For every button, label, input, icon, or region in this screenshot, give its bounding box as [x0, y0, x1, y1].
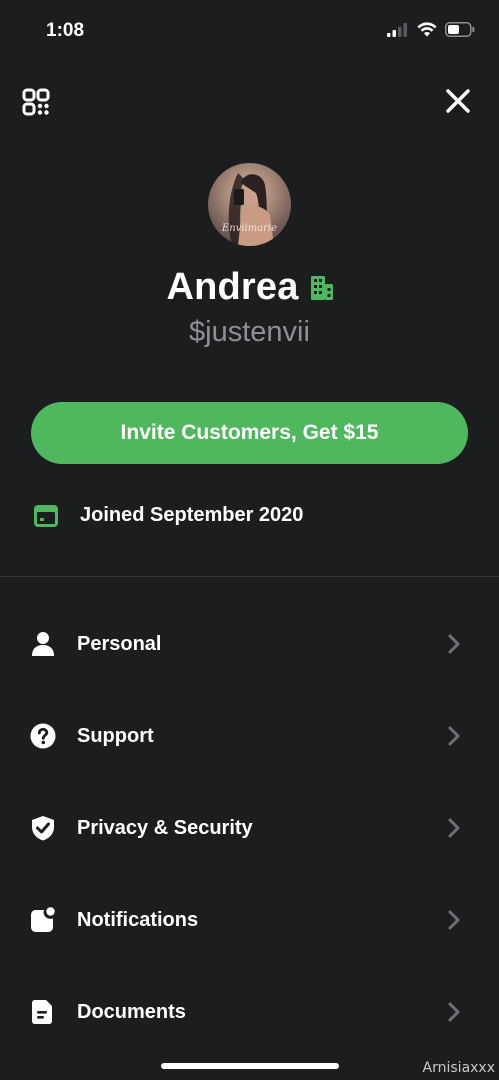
- building-icon: [310, 275, 333, 300]
- avatar[interactable]: Enviimarie: [208, 163, 291, 246]
- menu-item-support[interactable]: Support: [0, 690, 499, 782]
- avatar-signature-text: Enviimarie: [221, 223, 278, 234]
- chevron-right-icon: [448, 818, 460, 838]
- invite-customers-button[interactable]: Invite Customers, Get $15: [31, 402, 468, 464]
- menu-item-label: Notifications: [77, 908, 199, 931]
- menu-item-label: Support: [77, 724, 154, 747]
- chevron-right-icon: [448, 634, 460, 654]
- battery-icon: [445, 22, 475, 37]
- chevron-right-icon: [448, 726, 460, 746]
- profile-name-row: Andrea: [0, 266, 499, 309]
- settings-menu: Personal Support Privacy & Security Noti: [0, 598, 499, 1058]
- top-bar: [0, 80, 499, 124]
- menu-item-label: Personal: [77, 632, 162, 655]
- avatar-signature: Enviimarie: [208, 223, 291, 234]
- cellular-signal-icon: [387, 22, 407, 37]
- joined-row: Joined September 2020: [34, 504, 303, 527]
- card-icon: [34, 504, 58, 527]
- watermark: Arnisiaxxx: [422, 1060, 495, 1076]
- chevron-right-icon: [448, 1002, 460, 1022]
- status-bar: 1:08: [0, 0, 499, 62]
- chevron-right-icon: [448, 910, 460, 930]
- close-icon[interactable]: [445, 88, 471, 114]
- menu-item-documents[interactable]: Documents: [0, 966, 499, 1058]
- status-icons: [387, 22, 475, 37]
- menu-item-label: Documents: [77, 1000, 186, 1023]
- home-indicator[interactable]: [161, 1063, 339, 1069]
- cashtag: $justenvii: [189, 316, 310, 348]
- notification-icon: [31, 907, 55, 932]
- menu-item-personal[interactable]: Personal: [0, 598, 499, 690]
- shield-check-icon: [32, 816, 54, 841]
- qr-code-icon[interactable]: [22, 88, 50, 116]
- joined-text: Joined September 2020: [80, 504, 304, 526]
- menu-item-privacy-security[interactable]: Privacy & Security: [0, 782, 499, 874]
- menu-item-label: Privacy & Security: [77, 816, 253, 839]
- profile-name: Andrea: [166, 266, 299, 308]
- wifi-icon: [417, 22, 437, 37]
- menu-item-notifications[interactable]: Notifications: [0, 874, 499, 966]
- status-time: 1:08: [46, 20, 85, 41]
- person-icon: [32, 632, 54, 656]
- document-icon: [32, 1000, 52, 1024]
- question-icon: [30, 723, 56, 749]
- divider: [0, 576, 499, 577]
